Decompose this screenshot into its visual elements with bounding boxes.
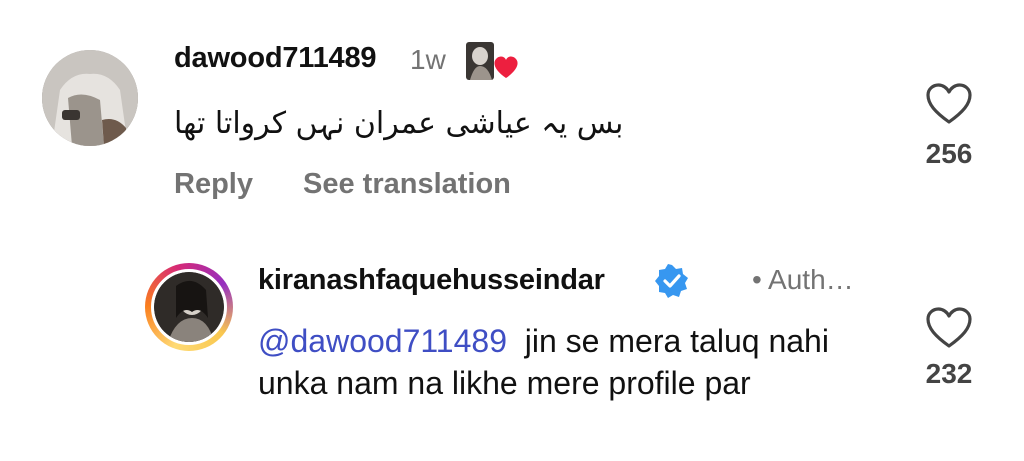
like-heart-icon[interactable]: [925, 82, 973, 126]
author-label: • Auth…: [752, 264, 854, 295]
commenter-avatar[interactable]: [42, 50, 138, 146]
like-heart-icon[interactable]: [925, 306, 973, 350]
commenter-username[interactable]: dawood711489: [174, 42, 377, 75]
reply-author-username[interactable]: kiranashfaquehusseindar: [258, 264, 605, 297]
mention-link[interactable]: @dawood711489: [258, 323, 507, 359]
comment-text: بس یہ عیاشی عمران نہں کرواتا تھا: [174, 106, 624, 141]
reply-author-avatar[interactable]: [151, 269, 227, 345]
like-count: 256: [925, 138, 973, 169]
verified-badge-icon: [655, 264, 689, 298]
avatar-image: [154, 272, 224, 342]
comment-timestamp: 1w: [410, 44, 446, 75]
see-translation-button[interactable]: See translation: [303, 168, 511, 201]
reply-button[interactable]: Reply: [174, 168, 253, 201]
photo-heart-sticker-icon: [464, 40, 522, 84]
reply-text-block: @dawood711489 jin se mera taluq nahi unk…: [258, 320, 878, 404]
like-count: 232: [925, 358, 973, 389]
comment-thread: dawood711489 1w بس یہ عیاشی عمران نہں کر…: [0, 0, 1024, 461]
